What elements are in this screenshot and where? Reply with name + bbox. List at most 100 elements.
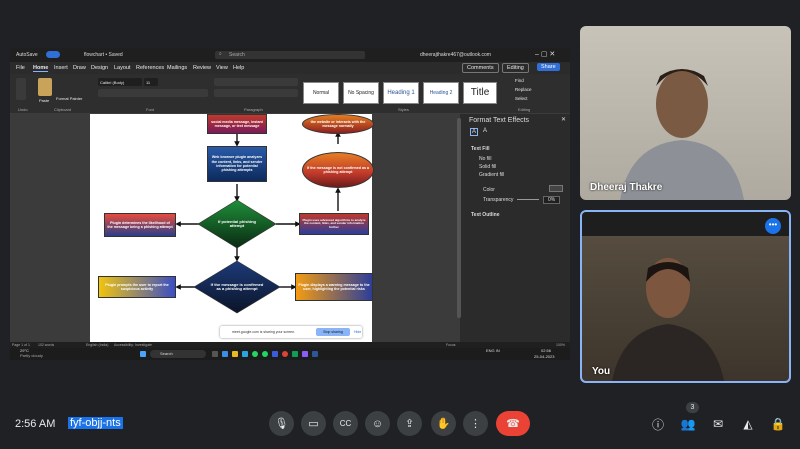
app-icon[interactable] bbox=[292, 351, 298, 357]
status-zoom[interactable]: 100% bbox=[556, 343, 565, 347]
app-icon[interactable] bbox=[312, 351, 318, 357]
flow-decision-confirmed[interactable]: If the message is confirmed as a phishin… bbox=[208, 274, 266, 300]
menu-draw[interactable]: Draw bbox=[73, 65, 86, 71]
status-language: English (India) bbox=[86, 343, 109, 347]
vertical-scrollbar[interactable] bbox=[457, 118, 461, 318]
alignment-buttons[interactable] bbox=[214, 89, 298, 97]
close-icon[interactable]: ✕ bbox=[561, 116, 566, 123]
emoji-icon[interactable]: ☺ bbox=[365, 411, 390, 436]
menu-view[interactable]: View bbox=[216, 65, 228, 71]
meeting-info-icon[interactable]: ⓘ bbox=[648, 414, 668, 434]
editing-button[interactable]: Editing bbox=[502, 63, 529, 73]
paste-label[interactable]: Paste bbox=[39, 98, 49, 103]
solid-fill-option[interactable]: Solid fill bbox=[479, 164, 496, 170]
stop-sharing-button[interactable]: Stop sharing bbox=[316, 328, 350, 336]
app-icon[interactable] bbox=[212, 351, 218, 357]
gradient-fill-option[interactable]: Gradient fill bbox=[479, 172, 504, 178]
font-name-box[interactable]: Calibri (Body) bbox=[98, 78, 142, 86]
host-controls-icon[interactable]: 🔒 bbox=[768, 414, 788, 434]
flow-node-not-confirmed[interactable]: If the message is not confirmed as a phi… bbox=[302, 152, 374, 188]
flow-node-warning[interactable]: Plugin displays a warning message to the… bbox=[295, 273, 373, 301]
text-outline-header[interactable]: Text Outline bbox=[471, 212, 500, 218]
microphone-icon[interactable]: 🎙 bbox=[269, 411, 294, 436]
color-picker[interactable] bbox=[549, 185, 563, 192]
flow-node-message[interactable]: social media message, instant message, o… bbox=[207, 114, 267, 134]
menu-review[interactable]: Review bbox=[193, 65, 211, 71]
autosave-toggle[interactable] bbox=[46, 51, 60, 58]
language-indicator[interactable]: ENG IN bbox=[486, 348, 500, 353]
comments-button[interactable]: Comments bbox=[462, 63, 499, 73]
share-button[interactable]: Share bbox=[537, 63, 560, 71]
find-button[interactable]: Find bbox=[515, 78, 524, 83]
menu-insert[interactable]: Insert bbox=[54, 65, 68, 71]
word-search-box[interactable]: ⌕ Search bbox=[215, 51, 365, 59]
windows-start-icon[interactable] bbox=[140, 351, 146, 357]
chrome-icon[interactable] bbox=[282, 351, 288, 357]
folder-icon[interactable] bbox=[232, 351, 238, 357]
paste-icon[interactable] bbox=[38, 78, 52, 96]
leave-call-icon[interactable]: ☎ bbox=[496, 411, 530, 436]
menu-mailings[interactable]: Mailings bbox=[167, 65, 187, 71]
people-icon[interactable]: 👥 bbox=[678, 414, 698, 434]
menu-file[interactable]: File bbox=[16, 65, 25, 71]
style-heading-1[interactable]: Heading 1 bbox=[383, 82, 419, 104]
document-title: flowchart • Saved bbox=[84, 52, 123, 58]
list-buttons[interactable] bbox=[214, 78, 298, 86]
flow-decision-potential[interactable]: If potential phishing attempt bbox=[210, 212, 264, 236]
captions-icon[interactable]: CC bbox=[333, 411, 358, 436]
taskbar-search[interactable]: Search bbox=[150, 350, 206, 358]
style-title[interactable]: Title bbox=[463, 82, 497, 104]
whatsapp-icon[interactable] bbox=[252, 351, 258, 357]
no-fill-option[interactable]: No fill bbox=[479, 156, 492, 162]
spotify-icon[interactable] bbox=[262, 351, 268, 357]
style-no-spacing[interactable]: No Spacing bbox=[343, 82, 379, 104]
flow-node-report[interactable]: Plugin prompts the user to report the su… bbox=[98, 276, 176, 298]
participant-video bbox=[620, 69, 744, 200]
flow-node-analyze[interactable]: Web browser plugin analyzes the content,… bbox=[207, 146, 267, 182]
more-options-icon[interactable]: ••• bbox=[765, 218, 781, 234]
app-icon[interactable] bbox=[242, 351, 248, 357]
status-accessibility[interactable]: Accessibility: Investigate bbox=[114, 343, 152, 347]
meeting-code[interactable]: fyf-objj-nts bbox=[68, 417, 123, 429]
more-options-icon[interactable]: ⋮ bbox=[463, 411, 488, 436]
meeting-time: 2:56 AM bbox=[15, 418, 56, 430]
raise-hand-icon[interactable]: ✋ bbox=[431, 411, 456, 436]
menu-design[interactable]: Design bbox=[91, 65, 108, 71]
participant-tile-you[interactable]: ••• You bbox=[580, 210, 791, 383]
participant-tile-dheeraj[interactable]: Dheeraj Thakre bbox=[580, 26, 791, 200]
select-button[interactable]: Select bbox=[515, 96, 528, 101]
style-normal[interactable]: Normal bbox=[303, 82, 339, 104]
group-font: Font bbox=[146, 107, 155, 112]
menu-home[interactable]: Home bbox=[33, 65, 49, 72]
flow-node-advanced[interactable]: Plugin uses advanced algorithms to analy… bbox=[299, 213, 369, 235]
format-painter-label[interactable]: Format Painter bbox=[56, 96, 82, 101]
flow-node-interacts[interactable]: the website or interacts with the messag… bbox=[302, 114, 374, 134]
present-screen-icon[interactable]: ⇪ bbox=[397, 411, 422, 436]
menu-references[interactable]: References bbox=[136, 65, 164, 71]
transparency-value[interactable]: 0% bbox=[543, 196, 561, 204]
style-heading-2[interactable]: Heading 2 bbox=[423, 82, 459, 104]
document-page[interactable]: social media message, instant message, o… bbox=[90, 114, 374, 342]
word-icon[interactable] bbox=[272, 351, 278, 357]
window-controls[interactable]: – ▢ ✕ bbox=[535, 50, 555, 58]
text-fill-icon[interactable]: A bbox=[470, 128, 478, 136]
transparency-slider[interactable] bbox=[517, 199, 539, 200]
font-format-buttons[interactable] bbox=[98, 89, 208, 97]
menu-layout[interactable]: Layout bbox=[114, 65, 131, 71]
text-fill-header[interactable]: Text Fill bbox=[471, 146, 490, 152]
activities-icon[interactable]: ◭ bbox=[738, 414, 758, 434]
app-icon[interactable] bbox=[302, 351, 308, 357]
replace-button[interactable]: Replace bbox=[515, 87, 532, 92]
undo-icon[interactable] bbox=[16, 78, 26, 100]
menu-help[interactable]: Help bbox=[233, 65, 244, 71]
hide-button[interactable]: Hide bbox=[354, 330, 361, 334]
word-search-placeholder: Search bbox=[229, 52, 245, 58]
edge-icon[interactable] bbox=[222, 351, 228, 357]
camera-icon[interactable]: ▭ bbox=[301, 411, 326, 436]
font-size-box[interactable]: 11 bbox=[144, 78, 158, 86]
flow-node-determine[interactable]: Plugin determines the likelihood of the … bbox=[104, 213, 176, 237]
text-effects-icon[interactable]: A bbox=[481, 128, 489, 136]
format-text-effects-pane: Format Text Effects ✕ A A Text Fill No f… bbox=[465, 114, 570, 342]
status-focus[interactable]: Focus bbox=[446, 343, 456, 347]
chat-icon[interactable]: ✉ bbox=[708, 414, 728, 434]
